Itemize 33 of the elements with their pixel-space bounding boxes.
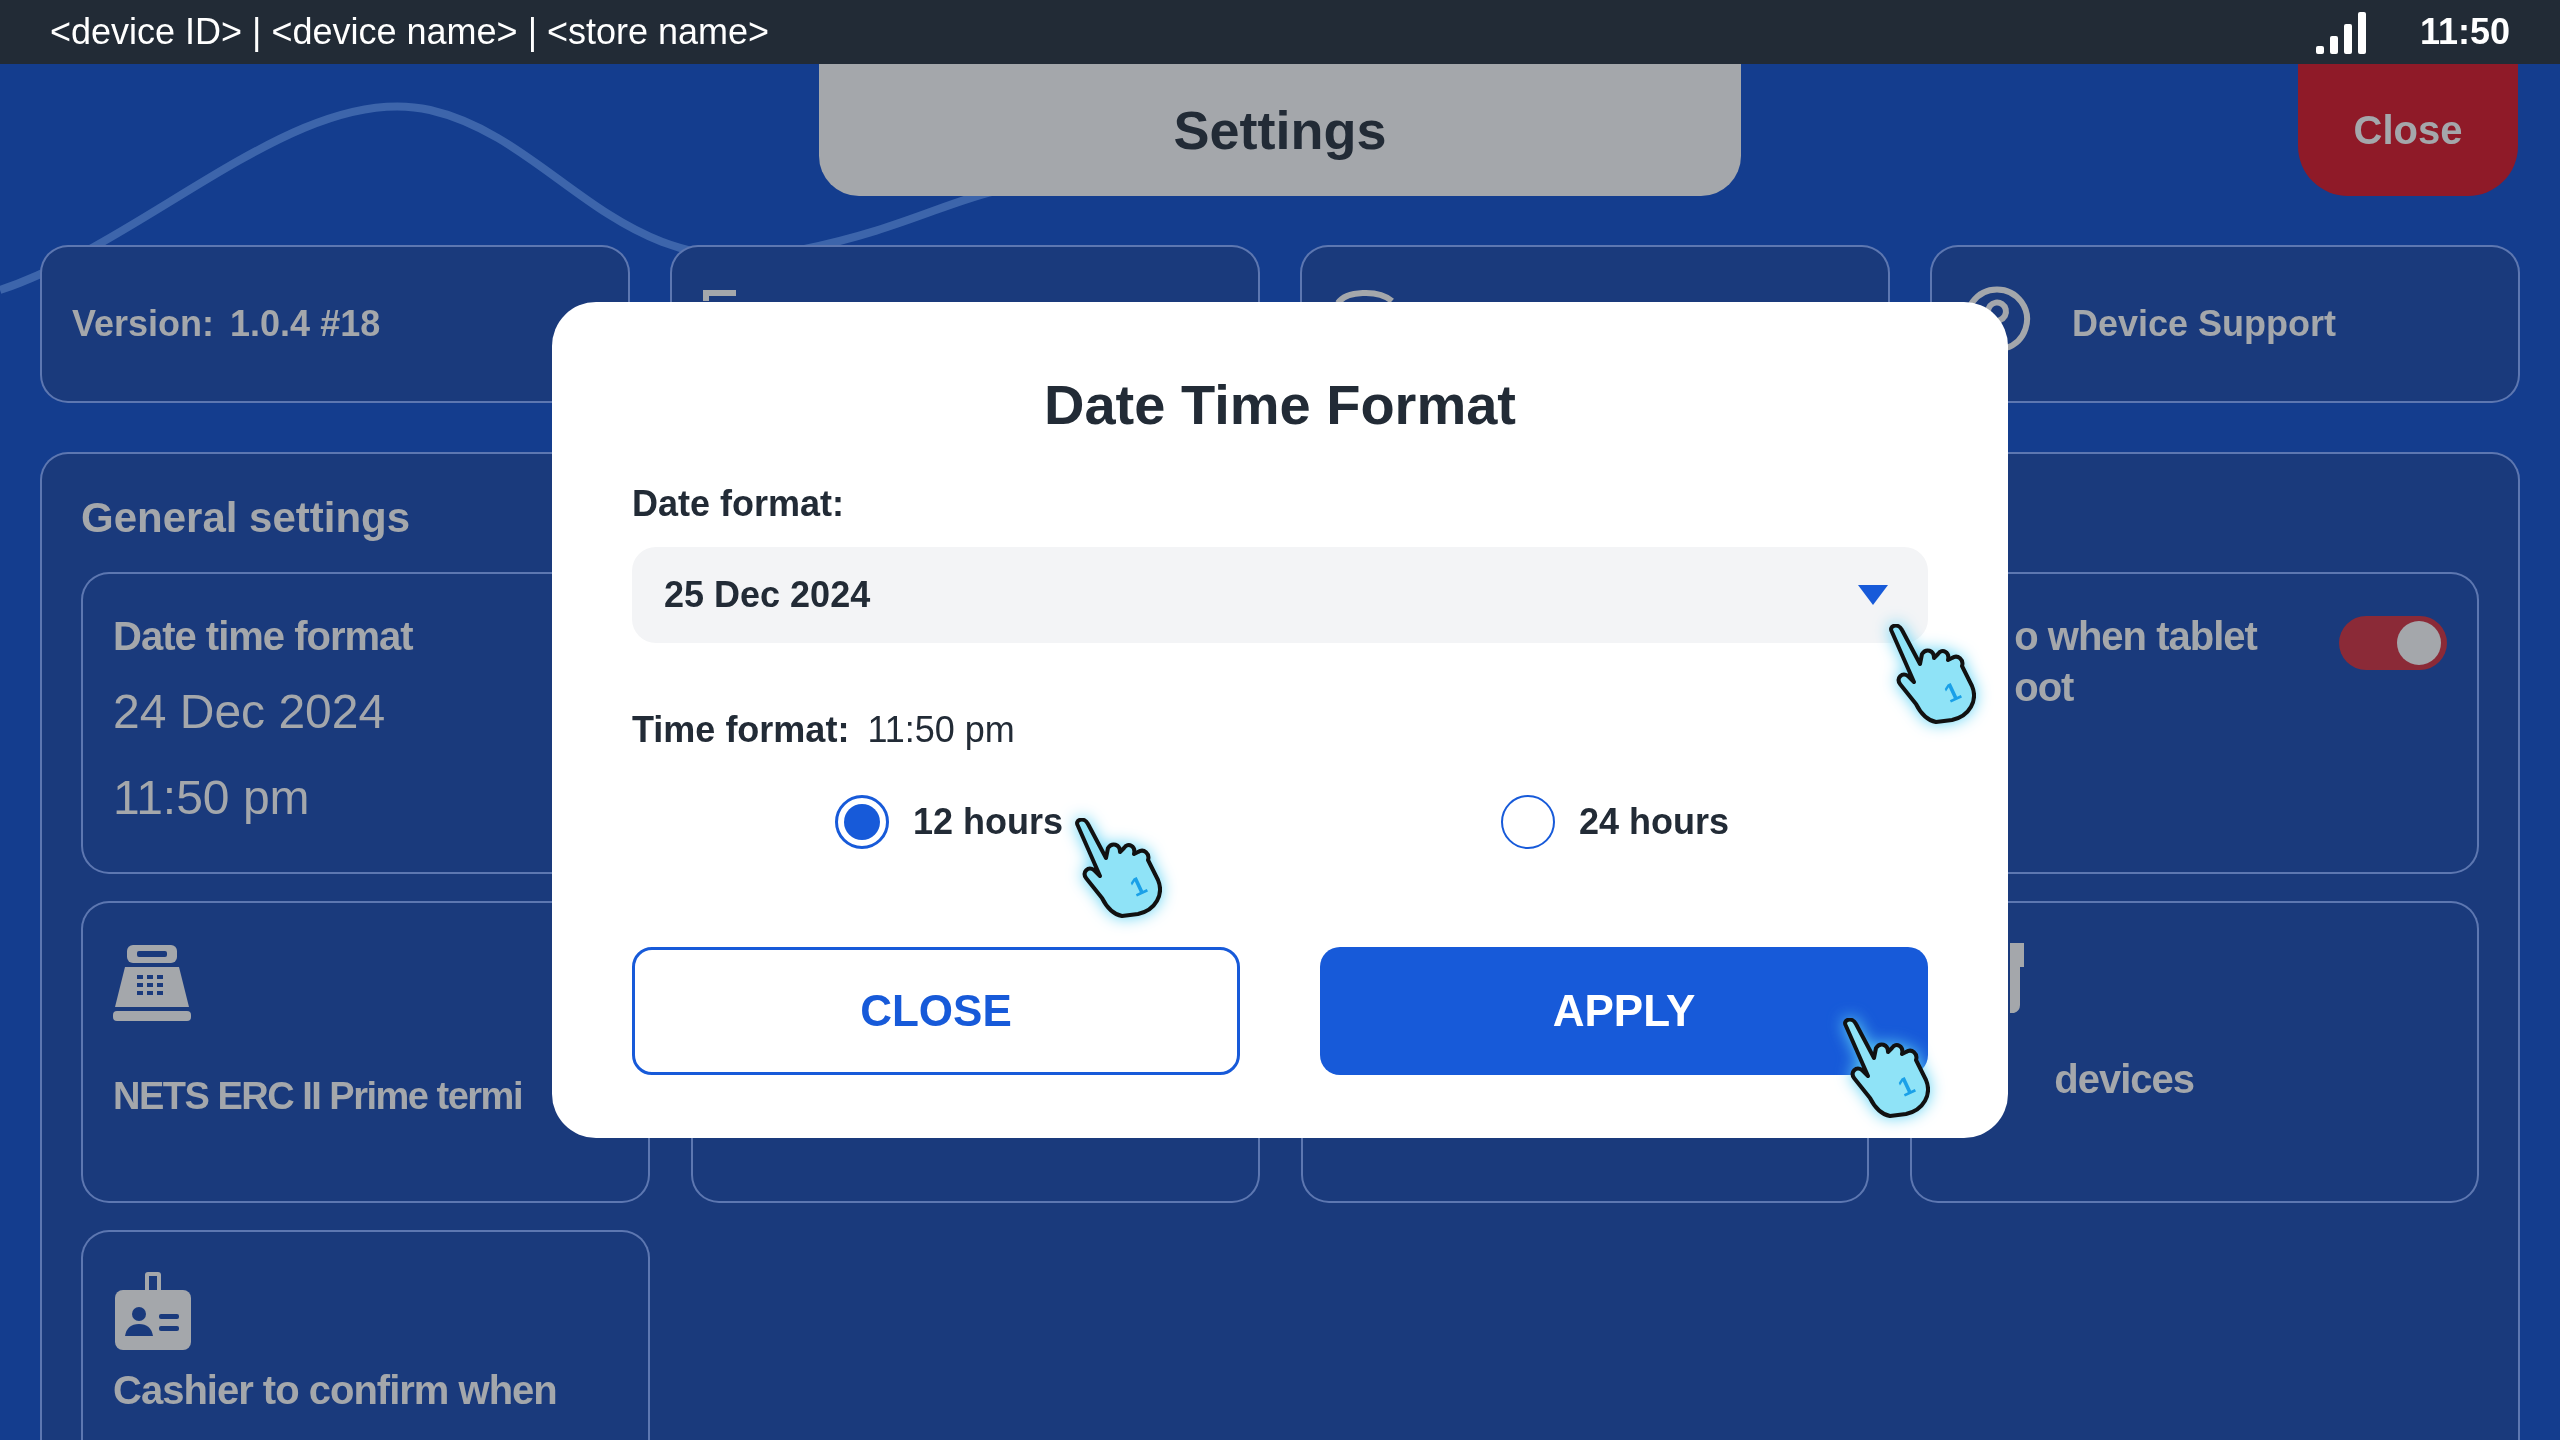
apply-button[interactable]: APPLY xyxy=(1320,947,1928,1075)
info-card[interactable]: Version: 1.0.4 #18 xyxy=(40,245,630,403)
dialog-title: Date Time Format xyxy=(1043,372,1517,437)
cash-register-icon xyxy=(113,943,193,1023)
setting-title: NETS ERC II Prime termi xyxy=(113,1075,522,1118)
toggle-switch[interactable] xyxy=(2339,616,2447,670)
dropdown-caret-icon xyxy=(1858,585,1888,605)
setting-card[interactable]: Cashier to confirm when xyxy=(81,1230,650,1440)
close-button[interactable]: Close xyxy=(2298,64,2518,196)
radio-button[interactable] xyxy=(835,795,889,849)
date-format-dropdown[interactable]: 25 Dec 2024 xyxy=(632,547,1928,643)
setting-title: Date time format xyxy=(113,614,413,659)
radio-button[interactable] xyxy=(1501,795,1555,849)
device-info: <device ID> | <device name> | <store name> xyxy=(50,11,770,53)
device-support-label: Device Support xyxy=(2072,303,2337,345)
info-card[interactable]: Device Support xyxy=(1930,245,2520,403)
time-preview: 11:50 pm xyxy=(867,709,1015,751)
settings-title: Settings xyxy=(819,64,1741,196)
date-format-label: Date format: xyxy=(632,483,846,525)
setting-value: 11:50 pm xyxy=(113,770,310,826)
clock-time: 11:50 xyxy=(2419,11,2510,53)
setting-value: 24 Dec 2024 xyxy=(113,684,386,740)
radio-label[interactable]: 24 hours xyxy=(1579,801,1730,843)
setting-title: o when tablet xyxy=(2014,614,2257,659)
radio-label[interactable]: 12 hours xyxy=(913,801,1064,843)
id-badge-icon xyxy=(113,1272,193,1352)
setting-title: devices xyxy=(2054,1057,2195,1102)
version-value: 1.0.4 #18 xyxy=(230,303,381,345)
version-label: Version: xyxy=(72,303,215,345)
setting-title: Cashier to confirm when xyxy=(113,1368,557,1413)
close-dialog-button[interactable]: CLOSE xyxy=(632,947,1240,1075)
section-title: General settings xyxy=(81,494,411,542)
setting-title: oot xyxy=(2014,665,2075,710)
